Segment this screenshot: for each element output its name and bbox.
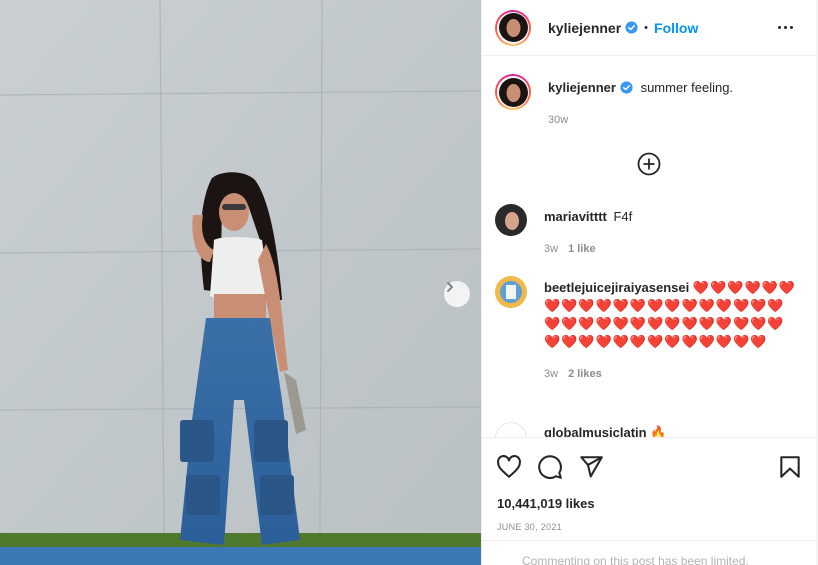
comment-text: 🔥 — [650, 425, 667, 437]
caption-text: summer feeling. — [640, 80, 734, 95]
more-options-icon — [777, 25, 781, 29]
comment-username[interactable]: globalmusiclatin — [544, 425, 647, 437]
comment-time: 3w — [544, 243, 559, 255]
commenter-avatar[interactable] — [495, 276, 527, 308]
heart-icon[interactable] — [496, 454, 522, 480]
verified-badge-icon — [620, 81, 633, 94]
more-options-button[interactable] — [773, 15, 797, 39]
avatar-image — [498, 13, 528, 42]
comment-row: mariavitttt F4f 3w 1 like — [495, 204, 796, 258]
commenter-avatar[interactable] — [495, 204, 527, 236]
comment-row: beetlejuicejiraiyasensei ❤️❤️❤️❤️❤️❤️❤️❤… — [495, 276, 796, 383]
bookmark-icon[interactable] — [777, 454, 803, 480]
follow-button[interactable]: Follow — [654, 20, 698, 36]
comment-row: globalmusiclatin 🔥 — [495, 422, 796, 437]
like-count[interactable]: 10,441,019 likes — [497, 496, 595, 511]
post-actions: 10,441,019 likes JUNE 30, 2021 Commentin… — [482, 437, 817, 565]
author-username[interactable]: kyliejenner — [548, 20, 621, 36]
load-more-comments-icon[interactable] — [637, 152, 661, 176]
comment-like-count[interactable]: 2 likes — [568, 368, 602, 380]
author-avatar[interactable] — [495, 9, 531, 46]
carousel-next-button[interactable] — [444, 281, 470, 307]
post-photo[interactable] — [0, 0, 481, 565]
comments-section[interactable]: kyliejenner summer feeling. 30w mariavit… — [482, 56, 817, 437]
comment-time: 3w — [544, 368, 559, 380]
comment-input-area: Commenting on this post has been limited… — [482, 540, 817, 565]
post-image — [0, 0, 481, 565]
avatar-image — [498, 77, 528, 107]
post-sidebar: kyliejenner • Follow kyliejenner summer … — [481, 0, 817, 565]
comment-username[interactable]: beetlejuicejiraiyasensei — [544, 280, 689, 295]
caption-username[interactable]: kyliejenner — [548, 80, 616, 95]
comment-like-count[interactable]: 1 like — [568, 243, 596, 255]
comment-username[interactable]: mariavitttt — [544, 209, 607, 224]
post-header: kyliejenner • Follow — [482, 0, 817, 56]
caption-avatar[interactable] — [495, 74, 531, 110]
separator-dot: • — [644, 21, 649, 34]
comment-limited-notice: Commenting on this post has been limited… — [522, 554, 749, 565]
comment-text: F4f — [613, 209, 633, 224]
verified-badge-icon — [625, 21, 638, 34]
share-icon[interactable] — [578, 454, 604, 480]
caption-time: 30w — [548, 114, 569, 126]
commenter-avatar[interactable] — [495, 422, 527, 437]
caption-row: kyliejenner summer feeling. 30w — [495, 74, 800, 129]
comment-icon[interactable] — [537, 454, 563, 480]
carousel-next-icon — [447, 282, 453, 292]
post-date: JUNE 30, 2021 — [497, 522, 562, 532]
